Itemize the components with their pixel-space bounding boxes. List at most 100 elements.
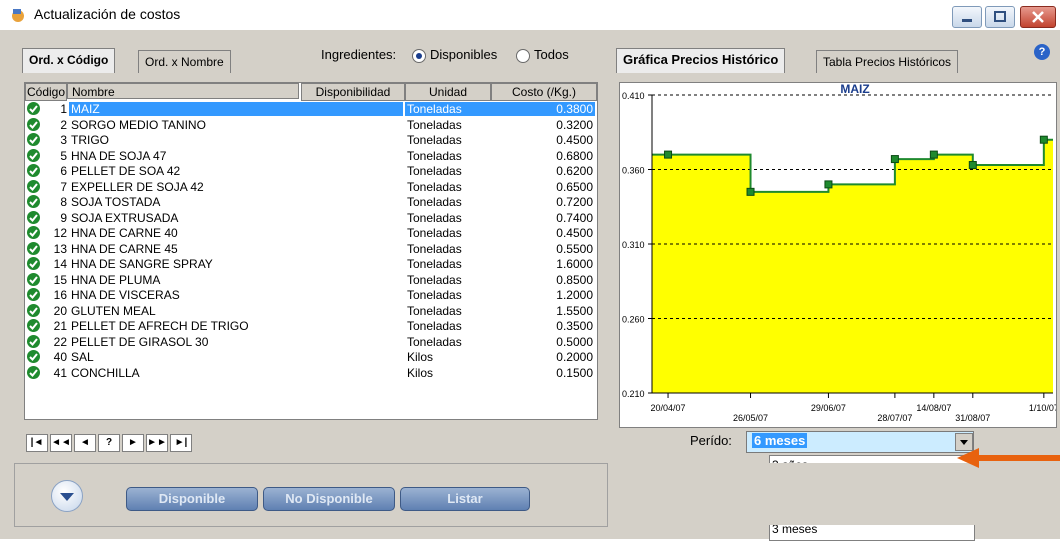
cell-disponibilidad	[301, 319, 403, 333]
cell-codigo: 3	[60, 133, 67, 147]
col-nombre[interactable]: Nombre	[67, 83, 299, 99]
cell-unidad: Toneladas	[407, 241, 462, 256]
record-navigator: |◄ ◄◄ ◄? ► ►► ►|	[24, 432, 596, 454]
cell-costo: 0.7200	[556, 195, 593, 209]
table-row[interactable]: 40 SAL Kilos 0.2000	[25, 350, 597, 364]
table-row[interactable]: 16 HNA DE VISCERAS Toneladas 1.2000	[25, 288, 597, 302]
col-codigo[interactable]: Código	[25, 83, 67, 101]
table-row[interactable]: 20 GLUTEN MEAL Toneladas 1.5500	[25, 303, 597, 318]
x-tick-label: 14/08/07	[916, 403, 951, 413]
help-icon[interactable]: ?	[1034, 44, 1050, 60]
nav-button[interactable]: ?	[98, 434, 120, 452]
cell-unidad: Toneladas	[407, 210, 462, 225]
x-tick-label: 20/04/07	[651, 403, 686, 413]
cell-costo: 1.6000	[556, 257, 593, 271]
minimize-button[interactable]	[952, 6, 982, 28]
cell-nombre: HNA DE CARNE 40	[71, 226, 178, 240]
nav-button[interactable]: ◄◄	[50, 434, 72, 452]
radio-disponibles[interactable]	[412, 49, 426, 63]
cell-disponibilidad	[301, 242, 403, 256]
cell-nombre: CONCHILLA	[71, 365, 140, 380]
cell-nombre: SORGO MEDIO TANINO	[71, 117, 206, 132]
table-row[interactable]: 1 MAIZ Toneladas 0.3800	[25, 102, 597, 116]
period-label: Perído:	[690, 433, 732, 448]
chart-area	[652, 139, 1053, 393]
cell-unidad: Toneladas	[407, 257, 462, 271]
cell-nombre: PELLET DE AFRECH DE TRIGO	[71, 319, 249, 333]
tab-tabla[interactable]: Tabla Precios Históricos	[816, 50, 959, 73]
data-point	[890, 155, 899, 164]
tab-grafica[interactable]: Gráfica Precios Histórico	[616, 48, 786, 73]
ingredients-label: Ingredientes:	[321, 47, 397, 62]
no-disponible-button[interactable]: No Disponible	[263, 487, 395, 511]
cell-unidad: Toneladas	[407, 319, 462, 333]
table-row[interactable]: 12 HNA DE CARNE 40 Toneladas 0.4500	[25, 226, 597, 240]
table-row[interactable]: 21 PELLET DE AFRECH DE TRIGO Toneladas 0.35…	[25, 319, 597, 333]
table-row[interactable]: 22 PELLET DE GIRASOL 30 Toneladas 0.5000	[25, 334, 597, 349]
table-row[interactable]: 13 HNA DE CARNE 45 Toneladas 0.5500	[25, 241, 597, 256]
tab-ord-codigo[interactable]: Ord. x Código	[22, 48, 116, 73]
table-row[interactable]: 9 SOJA EXTRUSADA Toneladas 0.7400	[25, 210, 597, 225]
cell-costo: 0.3200	[556, 117, 593, 132]
cell-disponibilidad	[301, 273, 403, 287]
table-row[interactable]: 5 HNA DE SOJA 47 Toneladas 0.6800	[25, 148, 597, 163]
nav-button[interactable]: ►	[122, 434, 144, 452]
cell-unidad: Toneladas	[407, 334, 462, 349]
cell-costo: 0.7400	[556, 210, 593, 225]
x-tick-label: 31/08/07	[955, 413, 990, 423]
cell-codigo: 20	[53, 303, 67, 318]
maximize-button[interactable]	[985, 6, 1015, 28]
table-row[interactable]: 2 SORGO MEDIO TANINO Toneladas 0.3200	[25, 117, 597, 132]
ingredients-table: Código Nombre Disponibilidad Unidad Cost…	[24, 82, 598, 420]
cell-costo: 0.5000	[556, 334, 593, 349]
data-point	[968, 161, 977, 170]
collapse-button[interactable]	[51, 480, 83, 512]
cell-nombre: HNA DE PLUMA	[71, 272, 161, 287]
app-icon	[10, 7, 26, 23]
table-row[interactable]: 15 HNA DE PLUMA Toneladas 0.8500	[25, 272, 597, 287]
table-row[interactable]: 3 TRIGO Toneladas 0.4500	[25, 133, 597, 147]
close-button[interactable]	[1020, 6, 1056, 28]
table-row[interactable]: 14 HNA DE SANGRE SPRAY Toneladas 1.6000	[25, 257, 597, 271]
cell-unidad: Toneladas	[405, 102, 493, 116]
table-row[interactable]: 6 PELLET DE SOA 42 Toneladas 0.6200	[25, 164, 597, 178]
cell-disponibilidad	[301, 350, 403, 364]
radio-todos[interactable]	[516, 49, 530, 63]
nav-button[interactable]: ►|	[170, 434, 192, 452]
disponible-button[interactable]: Disponible	[126, 487, 258, 511]
cell-costo: 0.6500	[556, 179, 593, 194]
cell-unidad: Kilos	[407, 350, 434, 364]
cell-codigo: 6	[60, 164, 67, 178]
cell-costo: 0.4500	[556, 226, 593, 240]
col-disponibilidad[interactable]: Disponibilidad	[301, 83, 405, 101]
table-row[interactable]: 7 EXPELLER DE SOJA 42 Toneladas 0.6500	[25, 179, 597, 194]
nav-button[interactable]: |◄	[26, 434, 48, 452]
nav-button[interactable]: ◄	[74, 434, 96, 452]
cell-codigo: 22	[53, 334, 67, 349]
cell-costo: 0.5500	[556, 241, 593, 256]
listar-button[interactable]: Listar	[400, 487, 530, 511]
window-title: Actualización de costos	[34, 6, 181, 22]
table-row[interactable]: 8 SOJA TOSTADA Toneladas 0.7200	[25, 195, 597, 209]
table-row[interactable]: 41 CONCHILLA Kilos 0.1500	[25, 365, 597, 380]
cell-codigo: 5	[60, 148, 67, 163]
x-tick-label: 28/07/07	[877, 413, 912, 423]
cell-disponibilidad	[301, 133, 403, 147]
cell-disponibilidad	[301, 149, 403, 163]
x-tick-label: 26/05/07	[733, 413, 768, 423]
cell-unidad: Toneladas	[407, 272, 462, 287]
col-unidad[interactable]: Unidad	[405, 83, 491, 101]
col-costo[interactable]: Costo (/Kg.)	[491, 83, 597, 101]
nav-button[interactable]: ►►	[146, 434, 168, 452]
cell-nombre: HNA DE SANGRE SPRAY	[71, 257, 213, 271]
y-tick-label: 0.210	[622, 389, 645, 399]
data-point	[929, 150, 938, 159]
cell-codigo: 8	[60, 195, 67, 209]
x-tick-label: 29/06/07	[811, 403, 846, 413]
cell-unidad: Toneladas	[407, 133, 462, 147]
cell-nombre: SOJA TOSTADA	[71, 195, 161, 209]
y-tick-label: 0.410	[622, 91, 645, 101]
tab-ord-nombre[interactable]: Ord. x Nombre	[138, 50, 231, 73]
cell-disponibilidad	[301, 304, 403, 318]
cell-codigo: 40	[53, 350, 67, 364]
